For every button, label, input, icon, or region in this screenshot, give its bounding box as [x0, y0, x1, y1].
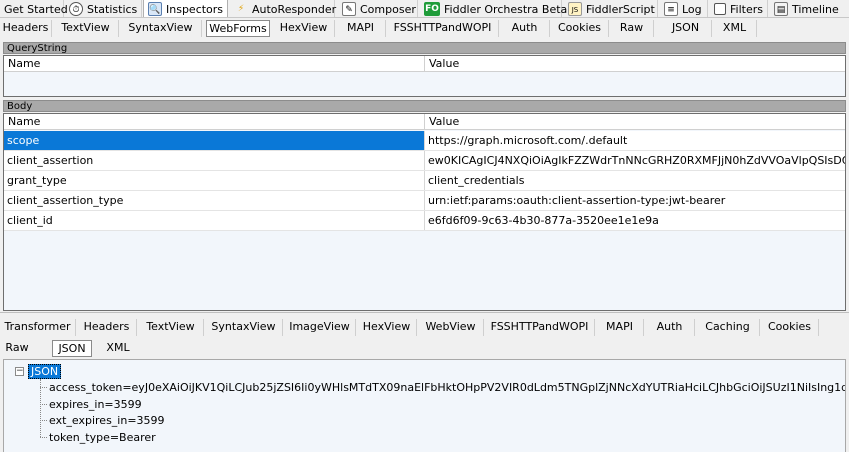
req-tab-syntaxview[interactable]: SyntaxView	[120, 20, 202, 37]
tab-label: Log	[682, 2, 702, 16]
inspectors-icon: 🔍	[148, 2, 162, 16]
tab-log[interactable]: ≡ Log	[660, 0, 708, 17]
req-tab-hexview[interactable]: HexView	[273, 20, 335, 37]
querystring-grid[interactable]: Name Value	[3, 55, 846, 97]
resp-tab-hexview[interactable]: HexView	[357, 319, 417, 336]
main-tab-bar: Get Started ⏱ Statistics 🔍 Inspectors ⚡ …	[0, 0, 849, 18]
row-value: e6fd6f09-9c63-4b30-877a-3520ee1e1e9a	[428, 214, 659, 227]
json-tree-node[interactable]: ext_expires_in=3599	[49, 413, 165, 428]
fo-icon: FO	[424, 2, 440, 16]
row-value: https://graph.microsoft.com/.default	[428, 134, 628, 147]
tab-get-started[interactable]: Get Started	[0, 0, 68, 17]
req-tab-cookies[interactable]: Cookies	[551, 20, 609, 37]
response-inspector-tabs: Transformer Headers TextView SyntaxView …	[0, 317, 849, 337]
resp-tab-webview[interactable]: WebView	[418, 319, 484, 336]
tree-connector	[40, 404, 47, 405]
tree-connector	[40, 420, 47, 421]
table-row[interactable]: scope https://graph.microsoft.com/.defau…	[4, 131, 845, 151]
table-row[interactable]: client_id e6fd6f09-9c63-4b30-877a-3520ee…	[4, 211, 845, 231]
collapse-toggle-icon[interactable]: −	[15, 367, 24, 376]
json-root-node[interactable]: JSON	[28, 364, 62, 379]
tab-label: AutoResponder	[252, 2, 337, 16]
resp-tab-auth[interactable]: Auth	[645, 319, 695, 336]
req-tab-mapi[interactable]: MAPI	[336, 20, 386, 37]
querystring-header: QueryString	[3, 42, 846, 54]
tree-connector	[40, 387, 47, 388]
tab-label: Inspectors	[166, 2, 224, 16]
row-value: client_credentials	[428, 174, 525, 187]
row-name: client_assertion_type	[4, 191, 425, 210]
tab-autoresponder[interactable]: ⚡ AutoResponder	[230, 0, 337, 17]
row-name: client_assertion	[4, 151, 425, 170]
column-header-name[interactable]: Name	[4, 56, 425, 72]
resp-tab-imageview[interactable]: ImageView	[284, 319, 356, 336]
composer-icon: ✎	[342, 2, 356, 16]
row-value: ew0KICAgICJ4NXQiOiAgIkFZZWdrTnNNcGRHZ0RX…	[428, 154, 845, 167]
req-tab-raw[interactable]: Raw	[610, 20, 654, 37]
tab-statistics[interactable]: ⏱ Statistics	[65, 0, 142, 17]
timeline-icon: ▤	[774, 2, 788, 16]
body-header: Body	[3, 100, 846, 112]
req-tab-textview[interactable]: TextView	[53, 20, 119, 37]
table-row[interactable]: grant_type client_credentials	[4, 171, 845, 191]
req-tab-auth[interactable]: Auth	[500, 20, 550, 37]
checkbox-icon	[714, 3, 726, 15]
req-tab-fsshttpandwopi[interactable]: FSSHTTPandWOPI	[387, 20, 499, 37]
grid-header-row: Name Value	[4, 56, 845, 72]
column-header-name[interactable]: Name	[4, 114, 425, 130]
resp-tab-textview[interactable]: TextView	[138, 319, 204, 336]
tab-filters[interactable]: Filters	[710, 0, 768, 17]
grid-header-row: Name Value	[4, 114, 845, 130]
resp-tab-mapi[interactable]: MAPI	[596, 319, 644, 336]
tab-label: Fiddler Orchestra Beta	[444, 2, 568, 16]
resp-tab-cookies[interactable]: Cookies	[761, 319, 819, 336]
row-value: urn:ietf:params:oauth:client-assertion-t…	[428, 194, 726, 207]
tab-fiddler-orchestra[interactable]: FO Fiddler Orchestra Beta	[420, 0, 567, 17]
column-header-value[interactable]: Value	[425, 56, 845, 72]
tab-label: Composer	[360, 2, 416, 16]
tab-label: Get Started	[4, 2, 68, 16]
json-tree-node[interactable]: expires_in=3599	[49, 397, 142, 412]
req-tab-json[interactable]: JSON	[660, 20, 712, 37]
req-tab-webforms[interactable]: WebForms	[206, 20, 270, 37]
tab-timeline[interactable]: ▤ Timeline	[770, 0, 849, 17]
row-name: client_id	[4, 211, 425, 230]
tab-composer[interactable]: ✎ Composer	[338, 0, 418, 17]
tab-label: Timeline	[792, 2, 839, 16]
resp-tab-syntaxview[interactable]: SyntaxView	[205, 319, 283, 336]
script-icon: JS	[568, 2, 582, 16]
body-grid[interactable]: Name Value scope https://graph.microsoft…	[3, 113, 846, 311]
row-name: grant_type	[4, 171, 425, 190]
req-tab-xml[interactable]: XML	[713, 20, 757, 37]
tree-connector	[40, 437, 47, 438]
json-tree-node[interactable]: access_token=eyJ0eXAiOiJKV1QiLCJub25jZSI…	[49, 380, 845, 395]
json-tree-view[interactable]: − JSON access_token=eyJ0eXAiOiJKV1QiLCJu…	[3, 359, 846, 452]
resp-subtab-raw[interactable]: Raw	[0, 340, 34, 357]
response-sub-tabs: Raw JSON XML	[0, 338, 849, 358]
table-row[interactable]: client_assertion_type urn:ietf:params:oa…	[4, 191, 845, 211]
row-name: scope	[4, 131, 425, 150]
json-tree-node[interactable]: token_type=Bearer	[49, 430, 156, 445]
tab-label: Filters	[730, 2, 763, 16]
request-inspector-tabs: Headers TextView SyntaxView WebForms Hex…	[0, 18, 849, 38]
resp-tab-transformer[interactable]: Transformer	[0, 319, 76, 336]
tab-label: FiddlerScript	[586, 2, 655, 16]
table-row[interactable]: client_assertion ew0KICAgICJ4NXQiOiAgIkF…	[4, 151, 845, 171]
resp-tab-fsshttpandwopi[interactable]: FSSHTTPandWOPI	[485, 319, 595, 336]
tab-label: Statistics	[87, 2, 138, 16]
tab-fiddlerscript[interactable]: JS FiddlerScript	[564, 0, 658, 17]
column-header-value[interactable]: Value	[425, 114, 845, 130]
lightning-icon: ⚡	[237, 4, 245, 14]
resp-tab-headers[interactable]: Headers	[77, 319, 137, 336]
log-icon: ≡	[664, 2, 678, 16]
stopwatch-icon: ⏱	[69, 2, 83, 16]
resp-subtab-json[interactable]: JSON	[52, 340, 92, 357]
resp-tab-caching[interactable]: Caching	[696, 319, 760, 336]
req-tab-headers[interactable]: Headers	[0, 20, 52, 37]
resp-subtab-xml[interactable]: XML	[96, 340, 140, 357]
tab-inspectors[interactable]: 🔍 Inspectors	[143, 0, 228, 17]
